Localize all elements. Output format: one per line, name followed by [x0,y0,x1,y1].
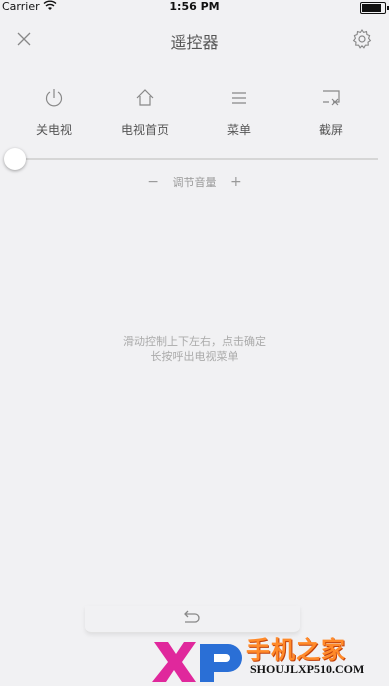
progress-slider[interactable] [4,148,378,170]
hint-line-2: 长按呼出电视菜单 [150,350,239,363]
power-off-button[interactable]: 关电视 [14,87,94,138]
watermark-site-name: 手机之家 [246,636,346,664]
touchpad-hint: 滑动控制上下左右，点击确定 长按呼出电视菜单 [0,334,389,364]
navigation-bar: 遥控器 [0,22,389,56]
tv-home-button[interactable]: 电视首页 [105,87,185,138]
power-off-label: 关电视 [35,123,72,137]
watermark-logo: 手机之家 SHOUJLXP510.COM [150,630,389,686]
volume-down-button[interactable]: − [137,174,169,190]
screenshot-icon [323,90,340,106]
screenshot-button[interactable]: 截屏 [291,87,371,138]
hint-line-1: 滑动控制上下左右，点击确定 [123,335,266,348]
settings-button[interactable] [351,28,373,50]
shortcut-row: 关电视 电视首页 菜单 截屏 [0,87,389,147]
screenshot-label: 截屏 [318,123,343,137]
home-icon [136,89,154,106]
menu-button[interactable]: 菜单 [199,87,279,138]
menu-label: 菜单 [226,123,251,137]
page-title: 遥控器 [170,33,219,52]
battery-icon [360,2,389,14]
back-icon [184,610,200,623]
volume-control: − 调节音量 + [0,174,389,190]
xp-logo [152,642,242,682]
gear-icon [352,29,372,49]
slider-thumb[interactable] [4,148,26,170]
watermark-url: SHOUJLXP510.COM [250,662,365,676]
back-bar[interactable] [85,606,300,633]
slider-track [10,158,378,160]
touchpad-area[interactable]: 滑动控制上下左右，点击确定 长按呼出电视菜单 [0,200,389,600]
status-bar: Carrier 1:56 PM [0,0,389,14]
menu-icon [232,92,246,104]
status-time: 1:56 PM [169,0,220,13]
tv-home-label: 电视首页 [120,123,169,137]
volume-up-button[interactable]: + [220,174,252,190]
volume-label: 调节音量 [172,176,217,189]
power-icon [45,89,63,107]
